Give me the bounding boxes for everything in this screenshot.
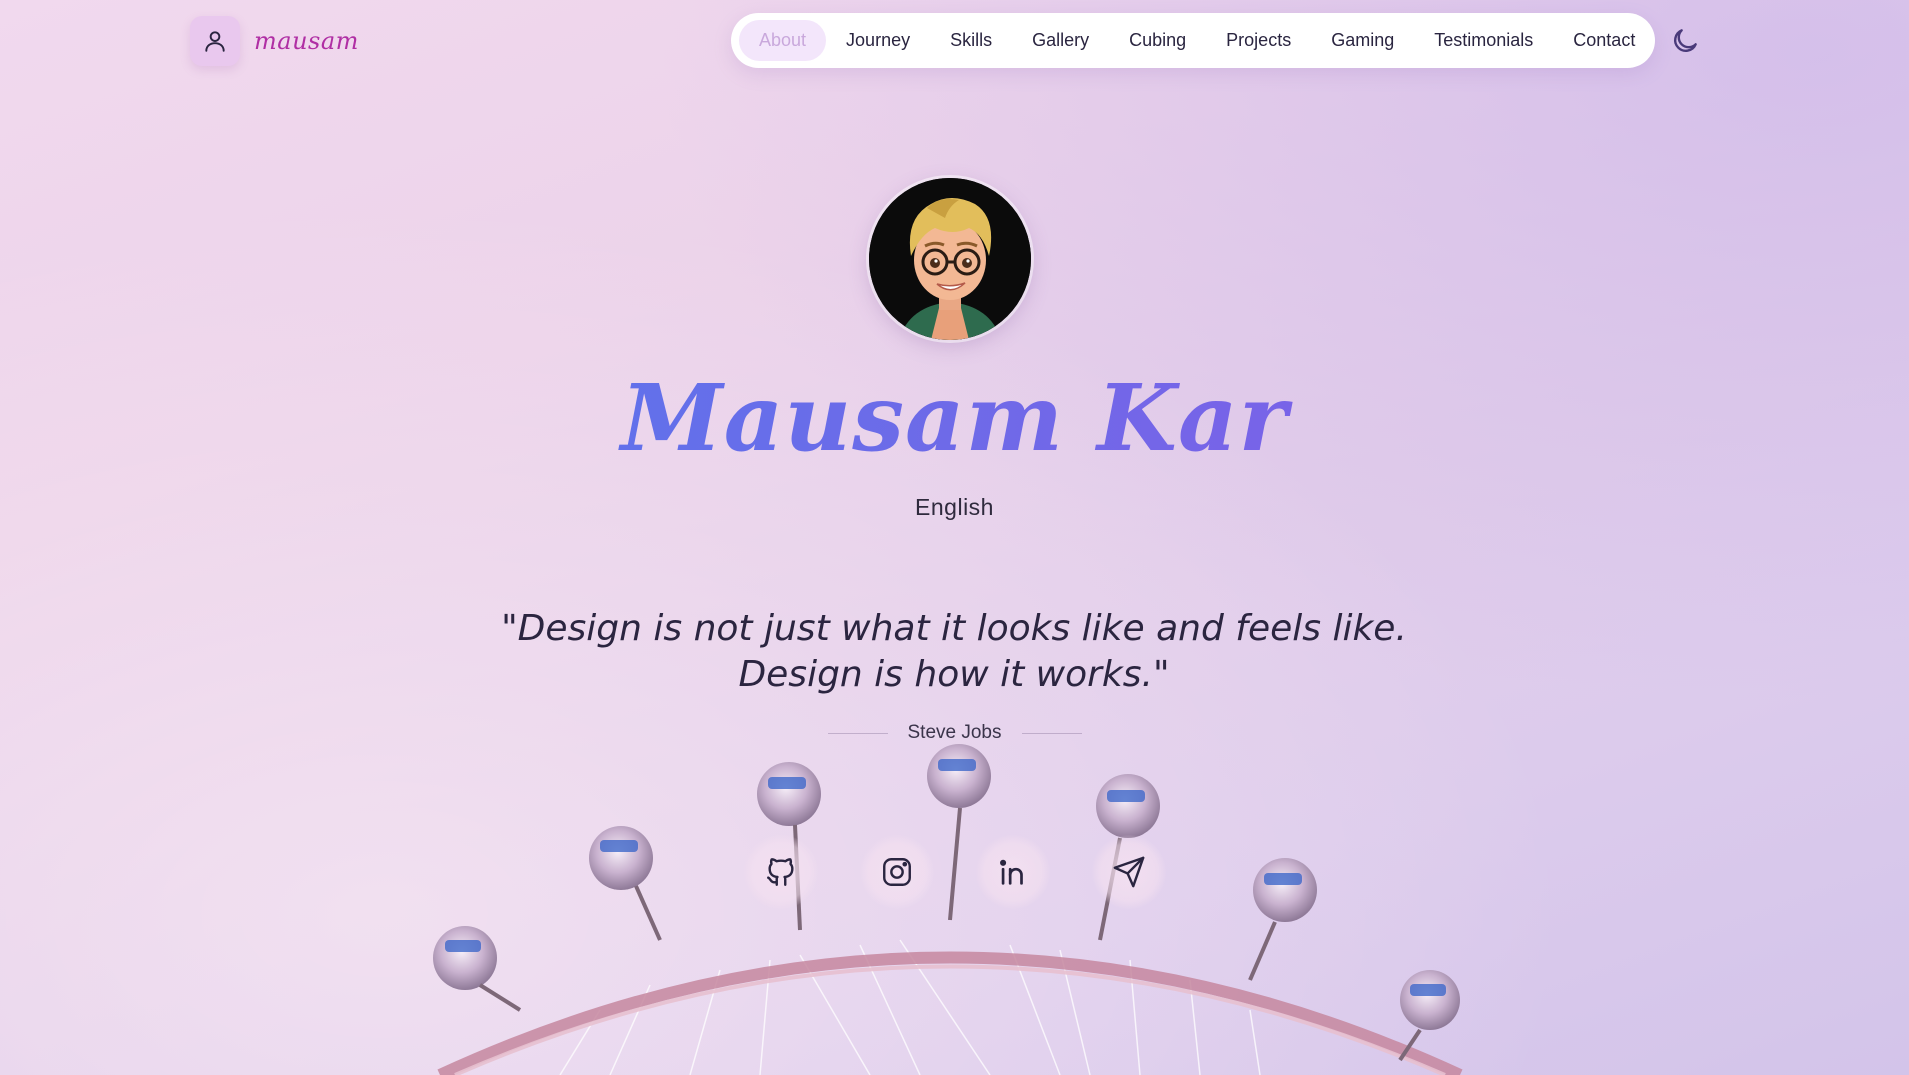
nav-item-journey[interactable]: Journey <box>826 20 930 61</box>
nav-item-gallery[interactable]: Gallery <box>1012 20 1109 61</box>
send-link[interactable] <box>1091 835 1166 909</box>
github-icon <box>766 858 794 886</box>
nav-item-gaming[interactable]: Gaming <box>1311 20 1414 61</box>
profile-avatar <box>869 178 1031 340</box>
brand[interactable]: mausam <box>190 16 359 66</box>
user-icon <box>190 16 240 66</box>
divider-right <box>1021 732 1082 734</box>
nav-item-contact[interactable]: Contact <box>1553 20 1655 61</box>
nav-item-about[interactable]: About <box>739 20 827 61</box>
linkedin-link[interactable] <box>975 835 1050 909</box>
moon-icon[interactable] <box>1669 25 1701 57</box>
divider-left <box>827 732 888 734</box>
nav-item-testimonials[interactable]: Testimonials <box>1414 20 1553 61</box>
instagram-icon <box>882 858 911 886</box>
send-icon <box>1113 856 1144 888</box>
nav-item-projects[interactable]: Projects <box>1206 20 1311 61</box>
nav-item-cubing[interactable]: Cubing <box>1109 20 1206 61</box>
social-links <box>0 835 1909 909</box>
author-name: Steve Jobs <box>907 722 1002 743</box>
linkedin-icon <box>999 859 1023 885</box>
hero-name: Mausam Kar <box>0 372 1909 464</box>
quote-text: "Design is not just what it looks like a… <box>501 608 1407 695</box>
github-link[interactable] <box>743 835 818 909</box>
brand-name: mausam <box>254 27 359 55</box>
hero-language: English <box>915 494 994 520</box>
nav-item-skills[interactable]: Skills <box>930 20 1012 61</box>
instagram-link[interactable] <box>859 835 934 909</box>
quote-author: Steve Jobs <box>0 722 1909 744</box>
main-nav: About Journey Skills Gallery Cubing Proj… <box>731 13 1655 68</box>
